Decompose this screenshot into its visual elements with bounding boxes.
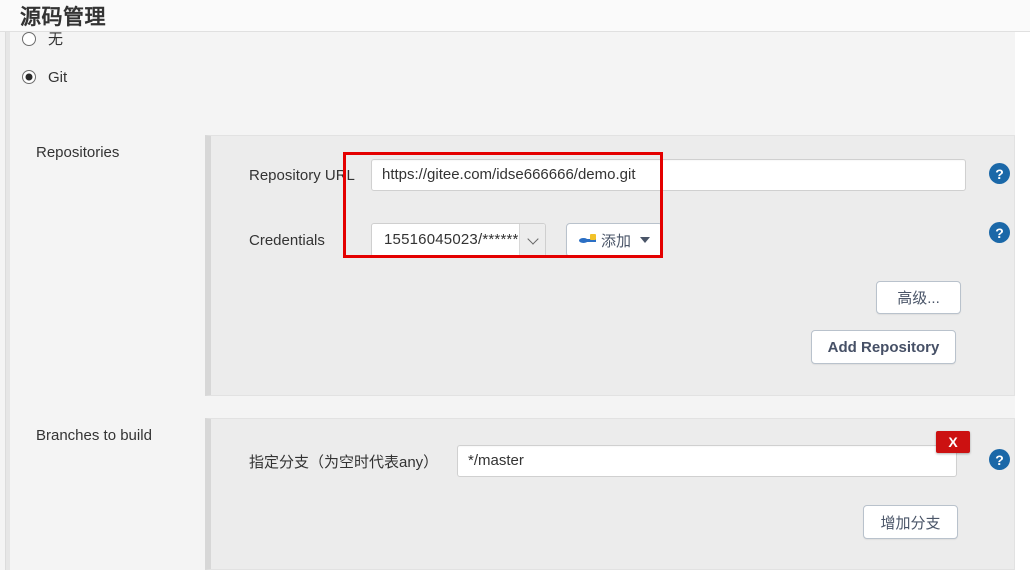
repositories-section: Repositories	[36, 136, 119, 161]
scm-option-git-label: Git	[48, 68, 68, 86]
right-margin	[1015, 32, 1030, 570]
left-rail-divider	[5, 32, 10, 570]
credentials-select[interactable]: 15516045023/******	[371, 223, 546, 257]
chevron-down-icon[interactable]	[519, 224, 545, 256]
add-credentials-label: 添加	[601, 232, 632, 250]
radio-checked-icon[interactable]	[22, 70, 36, 84]
delete-branch-button[interactable]: X	[936, 431, 970, 453]
page-header: 源码管理	[0, 0, 1030, 32]
credentials-label: Credentials	[249, 231, 325, 249]
add-repository-button[interactable]: Add Repository	[811, 330, 956, 364]
scm-configuration-page: 源码管理 无 Git Repositories Repository URL h…	[0, 0, 1030, 570]
scm-option-none[interactable]: 无	[22, 24, 67, 54]
branches-panel: 指定分支（为空时代表any） */master X ? 增加分支	[205, 418, 1015, 570]
add-branch-button[interactable]: 增加分支	[863, 505, 958, 539]
help-icon[interactable]: ?	[989, 163, 1010, 184]
help-icon[interactable]: ?	[989, 449, 1010, 470]
branch-spec-input[interactable]: */master	[457, 445, 957, 477]
repository-url-input[interactable]: https://gitee.com/idse666666/demo.git	[371, 159, 966, 191]
radio-unchecked-icon[interactable]	[22, 32, 36, 46]
repositories-panel: Repository URL https://gitee.com/idse666…	[205, 135, 1015, 396]
scm-type-radio-group: 无 Git	[22, 24, 67, 100]
repository-url-help[interactable]: ?	[989, 163, 1010, 184]
chevron-down-icon	[640, 237, 651, 243]
repositories-section-label: Repositories	[36, 144, 120, 161]
credentials-row: Credentials 15516045023/****** 添加	[249, 223, 664, 257]
branch-spec-help[interactable]: ?	[989, 449, 1010, 470]
scm-option-none-label: 无	[48, 30, 64, 48]
repository-url-label: Repository URL	[249, 166, 355, 184]
credentials-selected-value: 15516045023/******	[384, 231, 519, 248]
repository-url-row: Repository URL https://gitee.com/idse666…	[249, 159, 966, 191]
branches-section: Branches to build	[36, 419, 152, 444]
advanced-button[interactable]: 高级...	[876, 281, 961, 314]
scm-option-git[interactable]: Git	[22, 62, 67, 92]
branch-spec-row: 指定分支（为空时代表any） */master	[249, 445, 957, 477]
branches-section-label: Branches to build	[36, 427, 152, 444]
add-credentials-button[interactable]: 添加	[566, 223, 664, 257]
branch-spec-label: 指定分支（为空时代表any）	[249, 453, 439, 471]
key-icon	[579, 233, 596, 247]
credentials-help[interactable]: ?	[989, 222, 1010, 243]
help-icon[interactable]: ?	[989, 222, 1010, 243]
